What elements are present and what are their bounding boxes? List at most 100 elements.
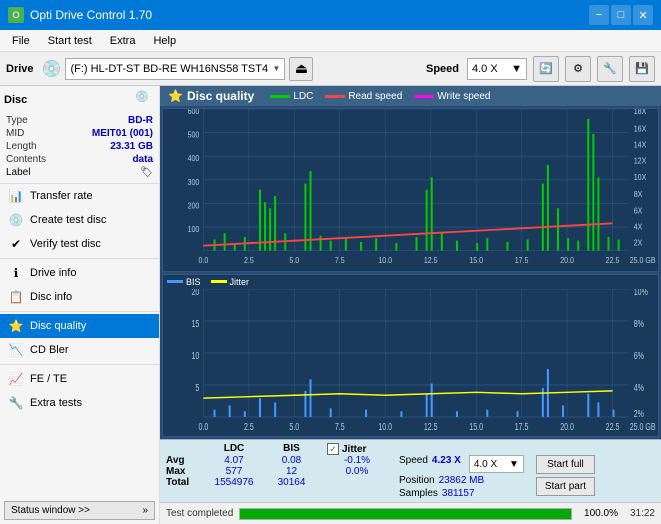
speed-row: Speed 4.23 X 4.0 X ▼ <box>399 455 524 473</box>
disc-panel-icon: 💿 <box>135 90 155 110</box>
speed-label: Speed <box>426 63 459 75</box>
nav-disc-quality-label: Disc quality <box>30 320 86 332</box>
nav-transfer-rate-icon: 📊 <box>8 188 24 204</box>
position-label: Position <box>399 475 435 486</box>
progress-time: 31:22 <box>630 508 655 519</box>
svg-text:15.0: 15.0 <box>469 420 483 432</box>
svg-text:22.5: 22.5 <box>606 255 620 265</box>
svg-text:18X: 18X <box>634 109 647 116</box>
legend-writespeed-color <box>414 95 434 98</box>
svg-text:2.5: 2.5 <box>244 420 254 432</box>
nav-verify-test-disc-icon: ✔ <box>8 236 24 252</box>
nav-extra-tests-icon: 🔧 <box>8 395 24 411</box>
svg-text:5: 5 <box>195 381 199 393</box>
disc-mid-label: MID <box>6 128 24 139</box>
svg-text:12X: 12X <box>634 156 647 166</box>
app-title: Opti Drive Control 1.70 <box>30 8 152 22</box>
total-bis: 30164 <box>264 477 319 488</box>
disc-label-label: Label <box>6 167 30 178</box>
svg-text:100: 100 <box>188 224 200 234</box>
nav-spacer-verify-test-disc <box>0 258 159 259</box>
bis-legend: BIS Jitter <box>163 275 658 289</box>
close-button[interactable]: ✕ <box>633 5 653 25</box>
svg-text:2X: 2X <box>634 238 643 248</box>
legend-readspeed-color <box>325 95 345 98</box>
svg-text:15.0: 15.0 <box>469 255 483 265</box>
status-window-button[interactable]: Status window >> » <box>4 501 155 520</box>
avg-jitter: -0.1% <box>327 455 387 466</box>
svg-text:10X: 10X <box>634 172 647 182</box>
disc-label-row: Label 🏷 <box>4 166 155 179</box>
disc-contents-label: Contents <box>6 154 46 165</box>
samples-label: Samples <box>399 488 438 499</box>
start-full-button[interactable]: Start full <box>536 455 595 474</box>
sidebar-item-create-test-disc[interactable]: 💿Create test disc <box>0 208 159 232</box>
nav-create-test-disc-label: Create test disc <box>30 214 106 226</box>
legend-ldc-color <box>270 95 290 98</box>
stats-total-row: Total 1554976 30164 <box>166 477 387 488</box>
drive-dropdown[interactable]: (F:) HL-DT-ST BD-RE WH16NS58 TST4 ▼ <box>65 58 285 80</box>
disc-type-label: Type <box>6 115 28 126</box>
eject-button[interactable]: ⏏ <box>289 57 313 81</box>
menu-help[interactable]: Help <box>145 33 184 49</box>
legend-readspeed: Read speed <box>325 91 402 102</box>
svg-text:20: 20 <box>192 289 200 297</box>
speed-stat-dropdown[interactable]: 4.0 X ▼ <box>469 455 524 473</box>
disc-contents-row: Contents data <box>4 153 155 166</box>
nav-fe-te-label: FE / TE <box>30 373 67 385</box>
progress-percent: 100.0% <box>578 508 618 519</box>
save-button[interactable]: 💾 <box>629 56 655 82</box>
disc-contents-value: data <box>132 154 153 165</box>
svg-text:5.0: 5.0 <box>289 420 299 432</box>
menu-file[interactable]: File <box>4 33 38 49</box>
sidebar-item-verify-test-disc[interactable]: ✔Verify test disc <box>0 232 159 256</box>
jitter-checkbox[interactable]: ✓ <box>327 443 339 455</box>
minimize-button[interactable]: − <box>589 5 609 25</box>
start-part-button[interactable]: Start part <box>536 477 595 496</box>
max-bis: 12 <box>264 466 319 477</box>
svg-text:500: 500 <box>188 130 200 140</box>
speed-stat-label: Speed <box>399 455 428 473</box>
sidebar-item-transfer-rate[interactable]: 📊Transfer rate <box>0 184 159 208</box>
legend-ldc-label: LDC <box>293 91 313 102</box>
options-button[interactable]: ⚙ <box>565 56 591 82</box>
menu-starttest[interactable]: Start test <box>40 33 100 49</box>
disc-length-row: Length 23.31 GB <box>4 140 155 153</box>
nav-fe-te-icon: 📈 <box>8 371 24 387</box>
samples-value: 381157 <box>442 488 475 499</box>
disc-label-icon: 🏷 <box>140 167 153 178</box>
svg-text:300: 300 <box>188 177 200 187</box>
speed-dropdown[interactable]: 4.0 X ▼ <box>467 58 527 80</box>
disc-quality-icon: ⭐ <box>168 89 183 103</box>
content-header: ⭐ Disc quality LDC Read speed Write spee… <box>160 86 661 106</box>
svg-text:14X: 14X <box>634 140 647 150</box>
legend-readspeed-label: Read speed <box>348 91 402 102</box>
maximize-button[interactable]: □ <box>611 5 631 25</box>
bis-header: BIS <box>264 443 319 455</box>
nav-disc-info-label: Disc info <box>30 291 72 303</box>
disc-header: Disc 💿 <box>4 90 155 110</box>
drive-icon: 💿 <box>42 59 62 79</box>
content-title: ⭐ Disc quality <box>168 89 254 103</box>
svg-text:4%: 4% <box>634 381 644 393</box>
sidebar-item-drive-info[interactable]: ℹDrive info <box>0 261 159 285</box>
sidebar-item-extra-tests[interactable]: 🔧Extra tests <box>0 391 159 415</box>
svg-text:4X: 4X <box>634 222 643 232</box>
refresh-button[interactable]: 🔄 <box>533 56 559 82</box>
samples-row: Samples 381157 <box>399 488 524 499</box>
bis-color <box>167 280 183 283</box>
disc-length-label: Length <box>6 141 37 152</box>
drive-value: (F:) HL-DT-ST BD-RE WH16NS58 TST4 <box>70 63 268 75</box>
svg-text:2%: 2% <box>634 407 644 419</box>
sidebar-item-fe-te[interactable]: 📈 FE / TE <box>0 367 159 391</box>
max-label: Max <box>166 466 204 477</box>
tool-button[interactable]: 🔧 <box>597 56 623 82</box>
sidebar-item-disc-info[interactable]: 📋Disc info <box>0 285 159 309</box>
svg-text:0.0: 0.0 <box>198 420 208 432</box>
sidebar-item-disc-quality[interactable]: ⭐Disc quality <box>0 314 159 338</box>
bis-label: BIS <box>186 277 201 287</box>
disc-type-value: BD-R <box>128 115 153 126</box>
menu-extra[interactable]: Extra <box>102 33 144 49</box>
sidebar-item-cd-bler[interactable]: 📉CD Bler <box>0 338 159 362</box>
status-window-label: Status window >> <box>11 505 90 516</box>
